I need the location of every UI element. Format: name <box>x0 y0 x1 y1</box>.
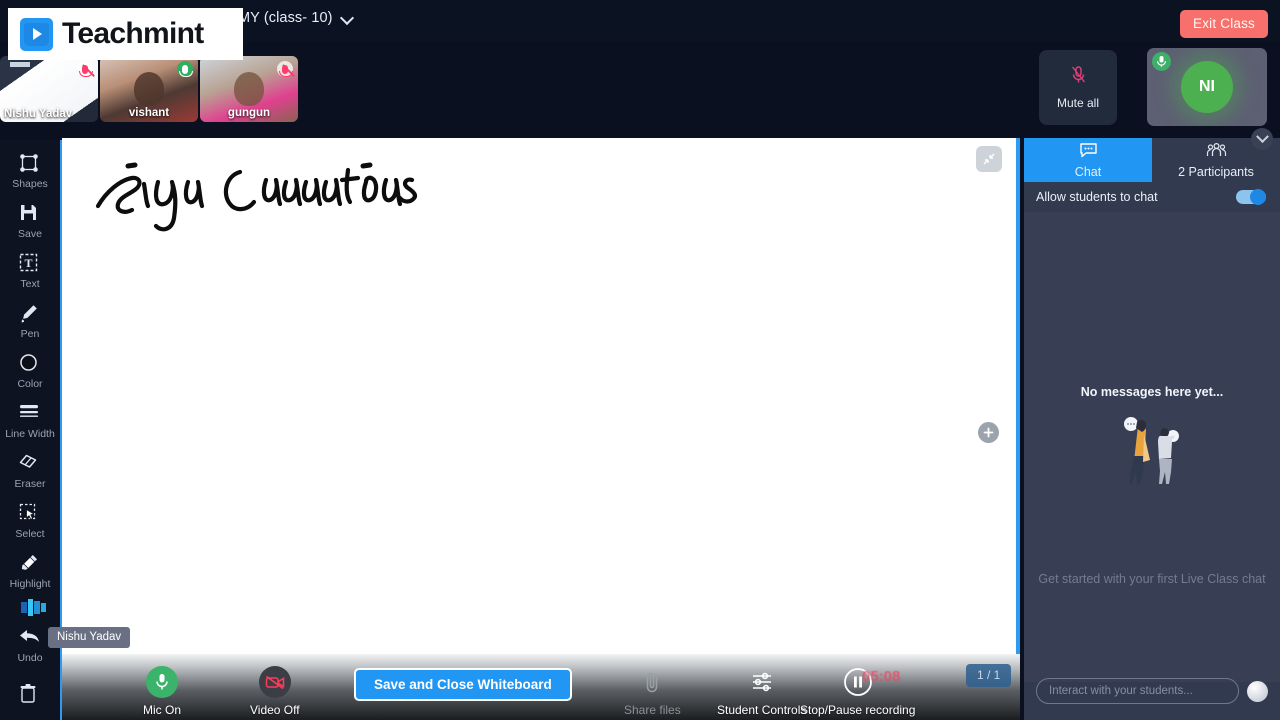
chat-input[interactable] <box>1036 678 1239 704</box>
allow-students-label: Allow students to chat <box>1036 190 1158 204</box>
chat-input-row <box>1024 674 1280 708</box>
empty-state-illustration <box>1104 412 1200 495</box>
mic-toggle-button[interactable]: Mic On <box>143 666 181 717</box>
avatar: NI <box>1181 61 1233 113</box>
tool-label: Eraser <box>14 478 46 491</box>
save-and-close-whiteboard-button[interactable]: Save and Close Whiteboard <box>354 668 572 701</box>
class-selector[interactable]: MY (class- 10) <box>238 10 354 26</box>
video-tile-name: Nishu Yadav <box>4 108 73 120</box>
video-off-icon <box>258 666 291 698</box>
tool-shapes[interactable]: Shapes <box>0 146 61 196</box>
collapse-panel-button[interactable] <box>1251 128 1273 150</box>
eraser-icon <box>19 453 41 475</box>
recording-timer: 05:08 <box>862 668 901 685</box>
tool-label: Save <box>18 227 42 240</box>
whiteboard-canvas[interactable] <box>62 138 1018 654</box>
tool-label: Shapes <box>12 177 48 190</box>
mute-all-label: Mute all <box>1056 95 1100 110</box>
chevron-down-icon[interactable] <box>341 12 354 25</box>
class-title: MY (class- 10) <box>238 10 333 26</box>
undo-arrow-icon <box>19 627 41 649</box>
tool-save[interactable]: Save <box>0 196 61 246</box>
chat-message-list: No messages here yet... Get started with… <box>1024 212 1280 682</box>
mic-muted-icon <box>77 61 95 77</box>
live-class-app: MY (class- 10) Exit Class Teachmint Nish… <box>0 0 1280 720</box>
mic-on-icon <box>1152 52 1171 71</box>
brand-name: Teachmint <box>62 17 204 50</box>
chat-panel: Chat 2 Participants Allow students to ch… <box>1024 138 1280 720</box>
tool-color[interactable]: Color <box>0 346 61 396</box>
video-label: Video Off <box>250 703 300 717</box>
tool-label: Line Width <box>5 428 55 441</box>
tool-color-swatch-active[interactable] <box>0 597 61 620</box>
teachmint-logo-overlay: Teachmint <box>8 8 243 60</box>
tool-highlight[interactable]: Highlight <box>0 547 61 597</box>
color-circle-icon <box>19 353 41 375</box>
text-box-icon: T <box>19 253 41 275</box>
pen-icon <box>19 303 41 325</box>
tool-text[interactable]: T Text <box>0 246 61 296</box>
mic-label: Mic On <box>143 703 182 717</box>
tab-chat-label: Chat <box>1074 164 1102 179</box>
video-tile-name: gungun <box>227 107 271 119</box>
allow-students-toggle[interactable] <box>1236 189 1266 205</box>
video-tile[interactable]: vishant <box>100 56 198 122</box>
tab-chat[interactable]: Chat <box>1024 138 1152 182</box>
student-controls-label: Student Controls <box>717 703 807 717</box>
share-files-label: Share files <box>624 703 681 717</box>
mic-muted-icon <box>1071 65 1086 89</box>
bottom-control-bar: Mic On Video Off Save and Close Whiteboa… <box>62 654 1020 720</box>
whiteboard-handwriting <box>80 144 500 234</box>
people-icon <box>1206 142 1227 163</box>
recording-label: Stop/Pause recording <box>800 703 916 717</box>
mic-on-icon <box>146 666 178 698</box>
line-width-icon <box>19 403 41 425</box>
whiteboard-right-border <box>1016 138 1020 654</box>
student-controls-button[interactable]: Student Controls <box>717 666 806 717</box>
tool-label: Highlight <box>9 578 51 591</box>
video-thumbnail-strip: Nishu Yadav vishant gungun <box>0 56 298 122</box>
mic-on-icon <box>177 61 193 77</box>
presenter-video-tile[interactable]: NI <box>1147 48 1267 126</box>
empty-state-subtitle: Get started with your first Live Class c… <box>1038 572 1266 586</box>
empty-state-title: No messages here yet... <box>1080 385 1224 399</box>
tool-label: Text <box>20 277 40 290</box>
send-icon[interactable] <box>1247 680 1268 702</box>
video-tile-name: vishant <box>128 107 170 119</box>
trash-icon <box>19 683 41 706</box>
tool-line-width[interactable]: Line Width <box>0 396 61 446</box>
select-cursor-icon <box>19 503 41 525</box>
collapse-arrows-icon[interactable] <box>976 146 1002 172</box>
teachmint-logo-icon <box>20 17 53 51</box>
tool-label: Color <box>17 378 43 391</box>
share-files-button[interactable]: Share files <box>624 666 681 717</box>
tool-label: Pen <box>20 327 40 340</box>
color-swatch-icon <box>19 599 46 617</box>
participant-nametag: Nishu Yadav <box>48 627 131 648</box>
tool-select[interactable]: Select <box>0 496 61 546</box>
sliders-icon <box>746 666 778 698</box>
video-toggle-button[interactable]: Video Off <box>250 666 300 717</box>
video-tile[interactable]: gungun <box>200 56 298 122</box>
allow-students-to-chat-row: Allow students to chat <box>1024 182 1280 212</box>
shapes-icon <box>19 153 41 175</box>
exit-class-button[interactable]: Exit Class <box>1179 10 1268 38</box>
video-tile[interactable]: Nishu Yadav <box>0 56 98 122</box>
paperclip-icon <box>636 666 668 698</box>
svg-text:T: T <box>24 256 32 270</box>
tool-label: Select <box>15 528 45 541</box>
page-indicator[interactable]: 1 / 1 <box>966 664 1012 687</box>
chat-bubble-icon <box>1079 142 1098 163</box>
tab-participants-label: 2 Participants <box>1178 164 1254 179</box>
tool-pen[interactable]: Pen <box>0 296 61 346</box>
tool-eraser[interactable]: Eraser <box>0 446 61 496</box>
tool-label: Undo <box>17 651 43 664</box>
chat-panel-tabs: Chat 2 Participants <box>1024 138 1280 182</box>
highlighter-icon <box>19 553 41 575</box>
mute-all-button[interactable]: Mute all <box>1039 50 1117 125</box>
tool-delete[interactable] <box>0 670 61 720</box>
floppy-save-icon <box>19 203 41 225</box>
mic-muted-icon <box>277 61 295 77</box>
plus-circle-icon[interactable] <box>978 422 999 443</box>
